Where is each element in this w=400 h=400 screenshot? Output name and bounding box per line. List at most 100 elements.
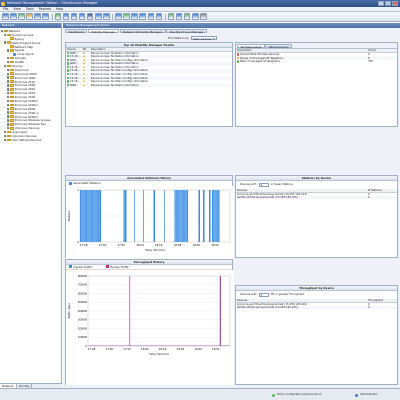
- expand-icon[interactable]: +: [4, 134, 7, 138]
- toolbar-button-icon[interactable]: [115, 13, 122, 20]
- toolbar-button-icon[interactable]: [18, 13, 25, 20]
- throughput-filter-value[interactable]: 0: [258, 292, 269, 297]
- x-tick-label: 18:52: [212, 347, 220, 351]
- expand-icon[interactable]: +: [7, 72, 10, 76]
- toolbar-button-icon[interactable]: [78, 13, 86, 20]
- tab-network-immunity-manager[interactable]: Network Immunity Manager: [119, 29, 166, 34]
- toolbar-button-icon[interactable]: [183, 13, 191, 20]
- expand-icon[interactable]: +: [7, 127, 10, 130]
- x-tick-label: 18:28: [174, 243, 182, 247]
- toolbar-button-icon[interactable]: [167, 13, 175, 20]
- toolbar-button-icon[interactable]: [54, 13, 62, 20]
- expand-icon[interactable]: +: [7, 115, 10, 118]
- table-row[interactable]: New Unmanaged RF Neighbors 700: [236, 60, 397, 64]
- folder-icon: [10, 72, 14, 76]
- expand-icon[interactable]: +: [7, 119, 10, 122]
- minimize-button[interactable]: _: [378, 1, 384, 6]
- toolbar-button-icon[interactable]: [103, 13, 110, 20]
- menu-file[interactable]: File: [3, 7, 8, 11]
- toolbar-button-icon[interactable]: [10, 13, 17, 20]
- collapse-icon[interactable]: -: [1, 29, 4, 33]
- tab-site-summary[interactable]: Site Summary: [265, 43, 293, 49]
- tab-wireless-alerts[interactable]: Wireless Alerts: [237, 43, 265, 49]
- maximize-button[interactable]: □: [385, 1, 391, 6]
- x-tick-label: 18:40: [193, 243, 201, 247]
- expand-icon[interactable]: +: [7, 56, 10, 60]
- expand-icon[interactable]: +: [7, 103, 10, 107]
- associated-stations-swatch: [69, 181, 72, 185]
- throughput-device: ap530-ahmed-ap-layout-test (15.255.120.1…: [237, 305, 298, 309]
- toolbar-button-icon[interactable]: [34, 13, 41, 20]
- toolbar-button-icon[interactable]: [192, 13, 199, 20]
- expand-icon[interactable]: +: [4, 138, 7, 142]
- close-button[interactable]: ×: [392, 1, 398, 6]
- event-severity-cell: [82, 83, 90, 88]
- expand-icon[interactable]: +: [7, 80, 10, 83]
- collapse-icon[interactable]: -: [4, 33, 7, 37]
- warning-icon: [82, 58, 85, 61]
- expand-icon[interactable]: +: [7, 111, 10, 114]
- ingress-swatch: [69, 265, 72, 269]
- menu-help[interactable]: Help: [56, 7, 63, 11]
- collapse-icon[interactable]: -: [4, 64, 7, 68]
- alert-label: New Unmanaged RF Neighbors: [239, 60, 281, 64]
- toolbar-button-icon[interactable]: [131, 13, 138, 20]
- stations-by-device-panel: Stations by Device Devices with 0 or few…: [235, 175, 398, 258]
- expand-icon[interactable]: +: [7, 88, 10, 91]
- toolbar-button-icon[interactable]: [175, 13, 183, 20]
- table-row[interactable]: ap530-ahmed-ap-layout-test (15.255.120.1…: [236, 305, 397, 310]
- tab-mobility-manager[interactable]: Mobility Manager: [87, 29, 119, 34]
- tab-dashboard[interactable]: Dashboard: [65, 29, 88, 34]
- throughput-by-device-panel: Throughput by Device Devices with 0 Mb o…: [235, 285, 398, 385]
- expand-icon[interactable]: +: [7, 76, 10, 79]
- toolbar-button-icon[interactable]: [42, 13, 49, 20]
- tab-identity-driven-manager[interactable]: Identity Driven Manager: [166, 29, 208, 34]
- find-station-select[interactable]: MAC Address: [190, 35, 217, 41]
- toolbar-button-icon[interactable]: [95, 13, 102, 20]
- folder-icon: [7, 130, 11, 134]
- stations-filter-label: Devices with: [240, 183, 257, 187]
- toolbar-button-icon[interactable]: [155, 13, 163, 20]
- app-icon: [1, 1, 5, 6]
- expand-icon[interactable]: +: [7, 99, 10, 103]
- toolbar-button-icon[interactable]: [62, 13, 70, 20]
- folder-icon: [10, 111, 14, 114]
- expand-icon[interactable]: +: [7, 68, 10, 72]
- table-row[interactable]: ap530-ahmed-ap-layout-test (15.255.120.1…: [236, 195, 397, 200]
- x-tick-label: 18:04: [141, 347, 149, 351]
- network-tree: - Network - Custom Groups Syslog - Default Age…: [0, 28, 61, 143]
- throughput-filter-suffix: Mb or greater Throughput: [270, 293, 305, 297]
- expand-icon[interactable]: +: [7, 92, 10, 95]
- tree-item[interactable]: + User defined Devices: [1, 138, 60, 142]
- expand-icon[interactable]: +: [4, 130, 7, 134]
- warning-icon: [82, 62, 85, 65]
- alert-description-cell: New Unmanaged RF Neighbors: [236, 60, 367, 64]
- expand-icon[interactable]: +: [7, 84, 10, 87]
- warning-icon: [82, 69, 85, 72]
- stations-filter-value[interactable]: 0: [258, 182, 269, 187]
- folder-icon: [7, 33, 11, 37]
- collapse-icon[interactable]: -: [4, 41, 7, 44]
- table-row[interactable]: fe80:: Device Access: No Radio informatio…: [66, 83, 232, 88]
- throughput-history-panel: Throughput History Ingress Traffic Egres…: [65, 259, 234, 385]
- toolbar-button-icon[interactable]: [139, 13, 146, 20]
- toolbar-button-icon[interactable]: [70, 13, 78, 20]
- toolbar-button-icon[interactable]: [147, 13, 155, 20]
- associated-stations-legend-label: Associated Stations: [73, 181, 101, 186]
- toolbar-button-icon[interactable]: [86, 13, 94, 20]
- menu-view[interactable]: View: [13, 7, 21, 11]
- current-user: Administrator: [360, 393, 378, 396]
- toolbar-button-icon[interactable]: [123, 13, 130, 20]
- expand-icon[interactable]: +: [7, 95, 10, 99]
- collapse-icon[interactable]: -: [7, 49, 10, 52]
- expand-icon[interactable]: +: [7, 123, 10, 126]
- menu-reports[interactable]: Reports: [39, 7, 51, 11]
- toolbar-button-icon[interactable]: [200, 13, 207, 20]
- expand-icon[interactable]: +: [7, 107, 10, 111]
- toolbar-button-icon[interactable]: [26, 13, 33, 20]
- menu-tools[interactable]: Tools: [26, 7, 34, 11]
- toolbar-button-icon[interactable]: [2, 13, 9, 20]
- expand-icon[interactable]: +: [7, 60, 10, 64]
